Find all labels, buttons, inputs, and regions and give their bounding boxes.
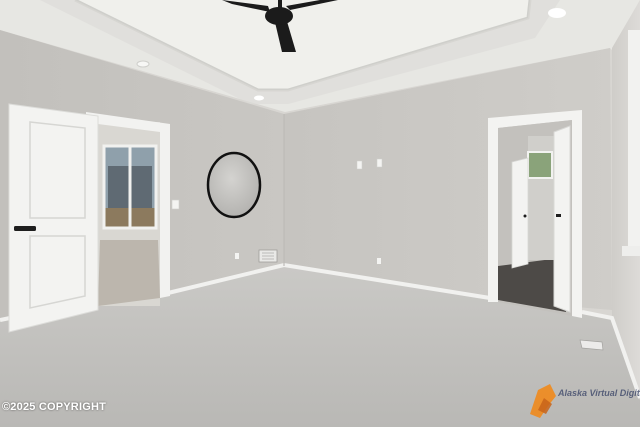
round-mirror bbox=[206, 151, 262, 219]
light-switch bbox=[171, 199, 180, 210]
inner-door bbox=[511, 157, 529, 269]
wall-plate bbox=[356, 160, 363, 170]
bedroom-photo: ©2025 COPYRIGHT Alaska Virtual Digital P… bbox=[0, 0, 640, 427]
wall-plate bbox=[376, 158, 383, 168]
outlet bbox=[235, 253, 239, 259]
right-hall-window bbox=[527, 151, 553, 179]
copyright-watermark: ©2025 COPYRIGHT bbox=[2, 401, 107, 413]
recessed-light bbox=[254, 95, 264, 101]
brand-logo: Alaska Virtual Digital Photo bbox=[528, 382, 640, 422]
room-scene bbox=[0, 0, 640, 427]
logo-text: Alaska Virtual Digital Photo bbox=[558, 388, 640, 398]
outlet bbox=[377, 258, 381, 264]
right-window-frame bbox=[628, 30, 640, 252]
fan-motor bbox=[265, 7, 293, 25]
recessed-light bbox=[548, 8, 566, 18]
recessed-light bbox=[136, 60, 150, 68]
right-door-handle bbox=[556, 214, 561, 217]
hallway-floor bbox=[98, 240, 160, 306]
right-door bbox=[553, 125, 571, 313]
left-door-handle bbox=[14, 226, 36, 231]
right-window-sill bbox=[622, 246, 640, 256]
